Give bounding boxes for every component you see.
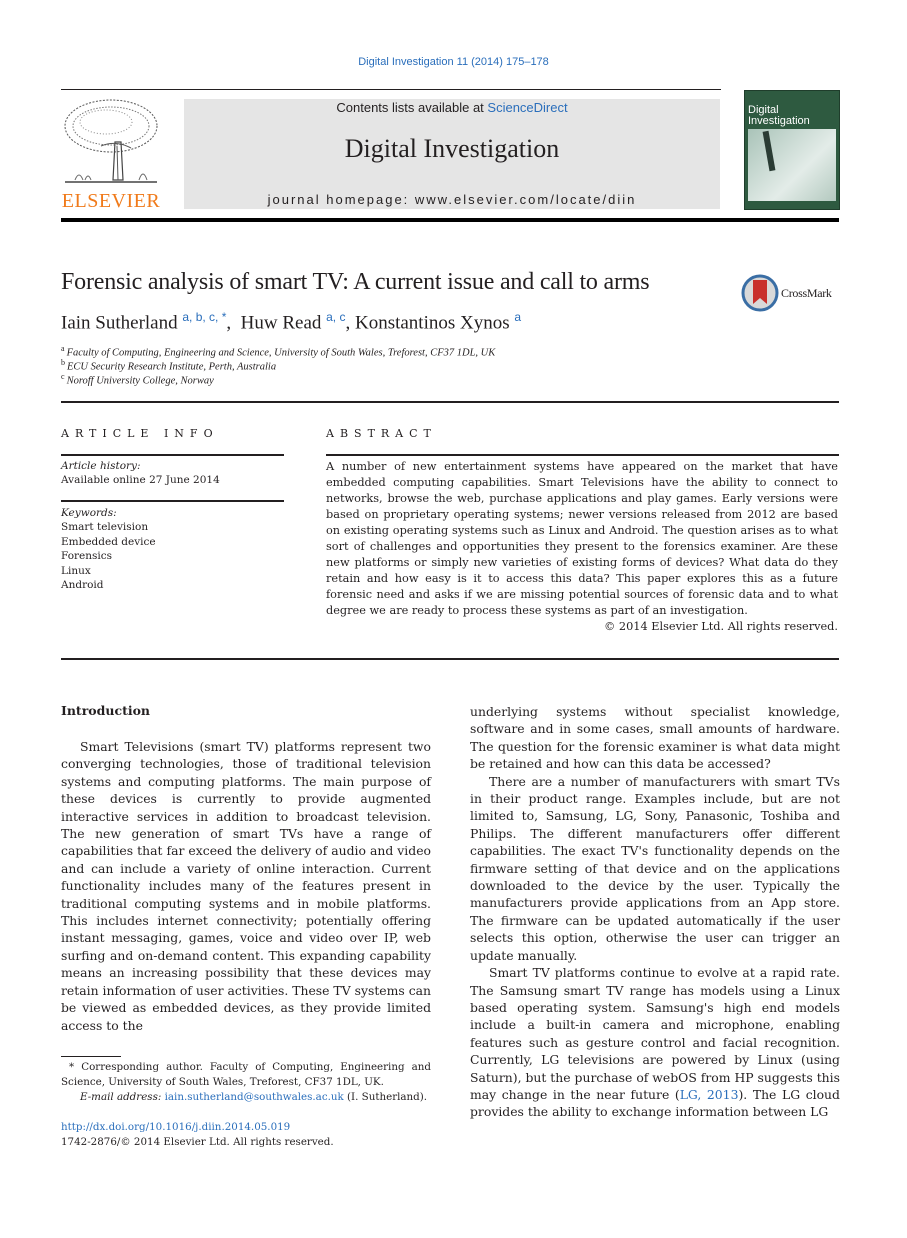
keywords-list: Smart television Embedded device Forensi…	[61, 520, 156, 593]
keywords-rule	[61, 500, 284, 502]
author-affiliation-marks[interactable]: a, c	[326, 310, 345, 324]
affiliation: c Noroff University College, Norway	[61, 372, 214, 387]
masthead-rule	[61, 218, 839, 222]
crossmark-button[interactable]: CrossMark	[741, 274, 841, 312]
crossmark-icon	[741, 274, 779, 312]
contents-availability: Contents lists available at ScienceDirec…	[184, 100, 720, 115]
body-right-column: underlying systems without specialist kn…	[470, 703, 840, 1121]
journal-name: Digital Investigation	[344, 134, 560, 163]
email-label: E-mail address:	[80, 1091, 162, 1103]
cover-image	[748, 129, 836, 201]
author-name[interactable]: Iain Sutherland	[61, 312, 178, 333]
affiliation: a Faculty of Computing, Engineering and S…	[61, 344, 496, 359]
article-info-heading: ARTICLE INFO	[61, 427, 219, 440]
abstract-text: A number of new entertainment systems ha…	[326, 460, 838, 617]
footnote: * Corresponding author. Faculty of Compu…	[61, 1060, 431, 1105]
elsevier-tree-icon	[64, 99, 158, 183]
body-paragraph: Smart Televisions (smart TV) platforms r…	[61, 739, 431, 1033]
doi-link[interactable]: http://dx.doi.org/10.1016/j.diin.2014.05…	[61, 1121, 290, 1133]
author-name[interactable]: Huw Read	[241, 312, 322, 333]
header-rule	[61, 89, 721, 90]
introduction-heading: Introduction	[61, 703, 151, 718]
article-title: Forensic analysis of smart TV: A current…	[61, 269, 650, 295]
abstract-rule	[326, 454, 839, 456]
author-list: Iain Sutherland a, b, c, *, Huw Read a, …	[61, 310, 522, 334]
keyword: Forensics	[61, 550, 113, 562]
email-suffix: (I. Sutherland).	[347, 1091, 428, 1103]
sciencedirect-link[interactable]: ScienceDirect	[487, 100, 567, 115]
cover-title: Digital Investigation	[748, 104, 810, 127]
journal-homepage[interactable]: journal homepage: www.elsevier.com/locat…	[184, 192, 720, 207]
journal-citation-link[interactable]: Digital Investigation 11 (2014) 175–178	[0, 56, 907, 68]
footnote-marker: *	[69, 1061, 75, 1073]
article-history-label: Article history:	[61, 460, 141, 472]
section-rule	[61, 401, 839, 403]
author-affiliation-marks[interactable]: a, b, c, *	[182, 310, 226, 324]
reference-link[interactable]: LG, 2013	[680, 1087, 739, 1102]
author-affiliation-marks[interactable]: a	[514, 310, 521, 324]
footnote-text: Corresponding author. Faculty of Computi…	[61, 1061, 431, 1088]
affiliation: b ECU Security Research Institute, Perth,…	[61, 358, 277, 373]
abstract-end-rule	[61, 658, 839, 660]
footnote-rule	[61, 1056, 121, 1057]
keyword: Android	[61, 579, 104, 591]
article-info-rule	[61, 454, 284, 456]
keyword: Smart television	[61, 521, 149, 533]
journal-masthead: Contents lists available at ScienceDirec…	[184, 99, 720, 209]
body-paragraph: Smart TV platforms continue to evolve at…	[470, 965, 840, 1120]
doi-block: http://dx.doi.org/10.1016/j.diin.2014.05…	[61, 1120, 334, 1150]
author-name[interactable]: Konstantinos Xynos	[355, 312, 510, 333]
abstract-heading: ABSTRACT	[326, 427, 437, 440]
issn-copyright: 1742-2876/© 2014 Elsevier Ltd. All right…	[61, 1136, 334, 1148]
article-history-value: Available online 27 June 2014	[61, 474, 220, 486]
abstract: A number of new entertainment systems ha…	[326, 459, 838, 635]
body-paragraph: underlying systems without specialist kn…	[470, 704, 840, 772]
keyword: Linux	[61, 564, 91, 577]
author-email-link[interactable]: iain.sutherland@southwales.ac.uk	[165, 1091, 344, 1103]
elsevier-wordmark: ELSEVIER	[61, 190, 161, 212]
body-paragraph: There are a number of manufacturers with…	[470, 773, 840, 963]
keyword: Embedded device	[61, 535, 156, 548]
elsevier-logo[interactable]: ELSEVIER	[61, 96, 161, 211]
contents-prefix: Contents lists available at	[336, 100, 488, 115]
crossmark-label: CrossMark	[781, 286, 832, 300]
journal-cover-thumbnail[interactable]: Digital Investigation	[744, 90, 840, 210]
keywords-label: Keywords:	[61, 507, 117, 519]
abstract-copyright: © 2014 Elsevier Ltd. All rights reserved…	[604, 620, 838, 633]
body-left-column: Smart Televisions (smart TV) platforms r…	[61, 738, 431, 1034]
